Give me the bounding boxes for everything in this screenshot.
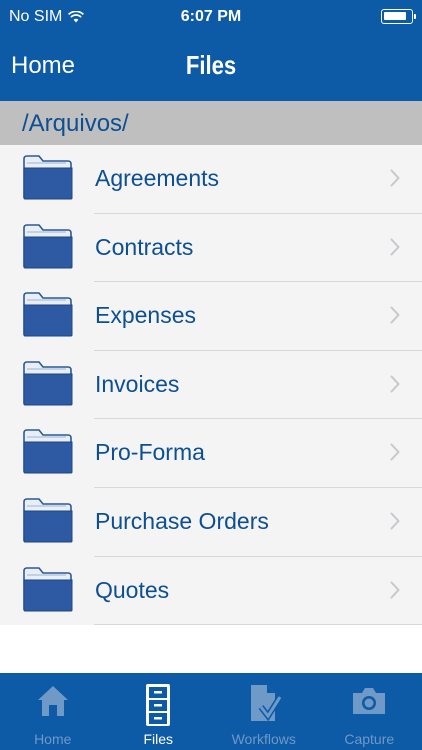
folder-row[interactable]: Pro-Forma <box>0 419 422 488</box>
folder-row[interactable]: Invoices <box>0 351 422 420</box>
row-divider <box>94 624 422 626</box>
folder-row[interactable]: Contracts <box>0 214 422 283</box>
folder-label: Agreements <box>95 165 220 191</box>
chevron-right-icon <box>390 306 400 324</box>
tab-bar: Home Files Workflows Capture <box>0 673 422 750</box>
tab-label: Home <box>34 731 72 747</box>
folder-icon <box>23 429 73 474</box>
folder-label: Pro-Forma <box>95 439 205 466</box>
tab-workflows[interactable]: Workflows <box>211 673 317 750</box>
page-title: Files <box>185 50 237 80</box>
chevron-right-icon <box>390 512 400 530</box>
tab-capture[interactable]: Capture <box>317 673 422 750</box>
folder-icon <box>23 292 73 337</box>
status-time: 6:07 PM <box>180 8 242 25</box>
folder-row[interactable]: Quotes <box>0 557 422 626</box>
current-path: /Arquivos/ <box>22 110 129 137</box>
camera-icon <box>351 683 387 722</box>
folder-icon <box>23 360 73 406</box>
folder-label: Expenses <box>95 302 197 329</box>
folder-icon <box>23 498 73 543</box>
battery-fill <box>384 12 406 20</box>
workflow-document-icon <box>247 683 283 728</box>
tab-home[interactable]: Home <box>0 673 106 750</box>
folder-label: Quotes <box>95 576 170 603</box>
home-icon <box>36 683 70 724</box>
chevron-right-icon <box>390 443 400 461</box>
folder-label: Invoices <box>95 370 180 397</box>
status-bar: No SIM 6:07 PM <box>0 0 422 34</box>
path-bar: /Arquivos/ <box>0 101 422 145</box>
chevron-right-icon <box>390 375 400 393</box>
folder-row[interactable]: Purchase Orders <box>0 488 422 557</box>
battery-icon <box>381 9 416 24</box>
file-cabinet-icon <box>144 683 172 732</box>
chevron-right-icon <box>390 169 400 187</box>
folder-list: Agreements Contracts Expenses Invoices P… <box>0 145 422 626</box>
folder-icon <box>23 155 73 200</box>
folder-row[interactable]: Agreements <box>0 145 422 214</box>
chevron-right-icon <box>390 238 400 256</box>
tab-label: Workflows <box>231 731 296 747</box>
tab-label: Capture <box>344 731 395 747</box>
folder-icon <box>23 223 73 269</box>
chevron-right-icon <box>390 581 400 599</box>
tab-label: Files <box>143 731 174 747</box>
folder-row[interactable]: Expenses <box>0 282 422 351</box>
app-header: No SIM 6:07 PM Home Files <box>0 0 422 101</box>
folder-icon <box>23 566 73 612</box>
folder-label: Purchase Orders <box>95 507 269 534</box>
folder-label: Contracts <box>95 233 194 260</box>
tab-files[interactable]: Files <box>106 673 212 750</box>
